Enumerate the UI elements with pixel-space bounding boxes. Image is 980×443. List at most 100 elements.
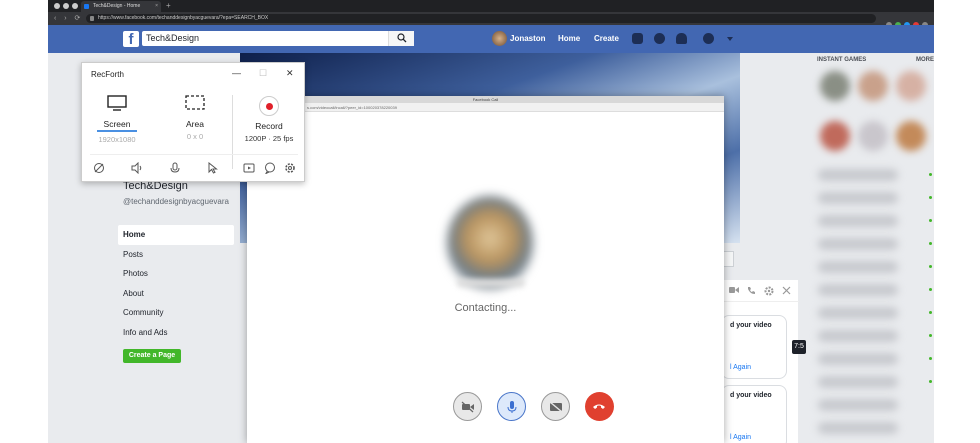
- mic-icon[interactable]: [169, 162, 181, 174]
- facebook-header: f Tech&Design Jonaston Home Create: [48, 25, 934, 53]
- video-call-window: Facebook Call s.com/videocall/incall/?pe…: [247, 96, 724, 443]
- camera-off-icon: [461, 401, 474, 413]
- chat-header: [721, 280, 799, 302]
- close-button[interactable]: ✕: [286, 68, 294, 78]
- online-dot: [929, 173, 932, 176]
- profile-nav-about[interactable]: About: [118, 284, 234, 304]
- search-input[interactable]: Tech&Design: [142, 31, 414, 46]
- gear-icon[interactable]: [764, 286, 774, 296]
- dropdown-icon[interactable]: [727, 37, 733, 41]
- new-tab-button[interactable]: +: [166, 0, 171, 12]
- messenger-icon[interactable]: [654, 33, 665, 44]
- profile-nav-photos[interactable]: Photos: [118, 264, 234, 284]
- webcam-off-icon[interactable]: [93, 162, 105, 174]
- cursor-icon[interactable]: [207, 162, 219, 174]
- create-page-button[interactable]: Create a Page: [123, 349, 181, 363]
- browser-titlebar: Tech&Design - Home × +: [48, 0, 934, 12]
- browser-tab[interactable]: Tech&Design - Home ×: [81, 1, 161, 12]
- contact-row[interactable]: [818, 238, 898, 250]
- speaker-icon[interactable]: [131, 162, 143, 174]
- help-icon[interactable]: [703, 33, 714, 44]
- screenshot-frame: Tech&Design - Home × + ‹ › ⟳ https://www…: [48, 0, 934, 443]
- area-size: 0 x 0: [186, 132, 204, 141]
- area-label: Area: [186, 119, 204, 129]
- camera-toggle-button[interactable]: [453, 392, 482, 421]
- bubble-text: d your video: [730, 322, 772, 329]
- close-icon[interactable]: [782, 286, 791, 295]
- close-dot[interactable]: [54, 3, 60, 9]
- call-again-link[interactable]: l Again: [730, 434, 751, 441]
- online-dot: [929, 288, 932, 291]
- search-value: Tech&Design: [146, 33, 200, 43]
- minimize-button[interactable]: —: [232, 68, 241, 78]
- screen-label: Screen: [103, 119, 131, 129]
- contact-row[interactable]: [818, 399, 898, 411]
- monitor-icon: [107, 95, 127, 111]
- gear-icon[interactable]: [284, 162, 296, 174]
- contact-row[interactable]: [818, 261, 898, 273]
- contact-row[interactable]: [818, 376, 898, 388]
- video-file-icon[interactable]: [243, 162, 255, 174]
- hangup-button[interactable]: [585, 392, 614, 421]
- video-icon[interactable]: [729, 286, 739, 294]
- area-mode-option[interactable]: Area 0 x 0: [160, 95, 230, 141]
- comment-icon[interactable]: [264, 162, 276, 174]
- address-bar[interactable]: https://www.facebook.com/techanddesignby…: [86, 14, 876, 23]
- screen-mode-option[interactable]: Screen 1920x1080: [82, 95, 152, 144]
- screen: Tech&Design - Home × + ‹ › ⟳ https://www…: [0, 0, 980, 443]
- maximize-button[interactable]: ☐: [259, 68, 267, 78]
- contact-row[interactable]: [818, 284, 898, 296]
- nav-create[interactable]: Create: [594, 31, 619, 46]
- online-dot: [929, 196, 932, 199]
- instant-games-sidebar: INSTANT GAMES MORE: [814, 53, 934, 443]
- recforth-title: RecForth: [91, 70, 124, 79]
- contact-row[interactable]: [818, 422, 898, 434]
- games-more-link[interactable]: MORE: [916, 57, 934, 63]
- nav-arrows[interactable]: ‹ › ⟳: [54, 13, 83, 24]
- profile-sidebar: Tech&Design @techanddesignbyacguevara Ho…: [118, 180, 238, 443]
- profile-link[interactable]: Jonaston: [492, 31, 546, 46]
- profile-nav-community[interactable]: Community: [118, 303, 234, 323]
- call-again-link[interactable]: l Again: [730, 364, 751, 371]
- search-button[interactable]: [388, 31, 414, 46]
- game-thumb[interactable]: [858, 71, 888, 101]
- game-thumb[interactable]: [896, 71, 926, 101]
- contact-row[interactable]: [818, 330, 898, 342]
- contact-row[interactable]: [818, 192, 898, 204]
- facebook-logo[interactable]: f: [123, 31, 139, 48]
- zoom-dot[interactable]: [72, 3, 78, 9]
- lock-icon: [90, 16, 94, 21]
- bell-icon[interactable]: [676, 33, 687, 44]
- screen-share-button[interactable]: [541, 392, 570, 421]
- game-thumb[interactable]: [820, 121, 850, 151]
- contact-row[interactable]: [818, 169, 898, 181]
- record-button[interactable]: [259, 96, 279, 116]
- contact-row[interactable]: [818, 215, 898, 227]
- friends-icon[interactable]: [632, 33, 643, 44]
- nav-home[interactable]: Home: [558, 31, 580, 46]
- search-icon: [397, 33, 407, 43]
- chat-message-bubble[interactable]: d your video l Again: [721, 315, 787, 379]
- games-title: INSTANT GAMES: [817, 57, 867, 63]
- profile-nav-home[interactable]: Home: [118, 225, 234, 245]
- online-dot: [929, 380, 932, 383]
- profile-nav-info-ads[interactable]: Info and Ads: [118, 323, 234, 343]
- divider: [90, 154, 298, 155]
- game-thumb[interactable]: [858, 121, 888, 151]
- contact-row[interactable]: [818, 307, 898, 319]
- contact-row[interactable]: [818, 353, 898, 365]
- online-dot: [929, 265, 932, 268]
- screen-resolution: 1920x1080: [98, 135, 136, 144]
- profile-nav-posts[interactable]: Posts: [118, 245, 234, 265]
- address-text: https://www.facebook.com/techanddesignby…: [98, 15, 269, 21]
- chat-message-bubble[interactable]: d your video l Again: [721, 385, 787, 443]
- tab-close-icon[interactable]: ×: [155, 1, 158, 12]
- minimize-dot[interactable]: [63, 3, 69, 9]
- game-thumb[interactable]: [896, 121, 926, 151]
- record-label: Record: [255, 121, 283, 131]
- phone-icon[interactable]: [747, 286, 756, 295]
- game-thumb[interactable]: [820, 71, 850, 101]
- mic-icon: [507, 401, 517, 413]
- bubble-text: d your video: [730, 392, 772, 399]
- mic-button[interactable]: [497, 392, 526, 421]
